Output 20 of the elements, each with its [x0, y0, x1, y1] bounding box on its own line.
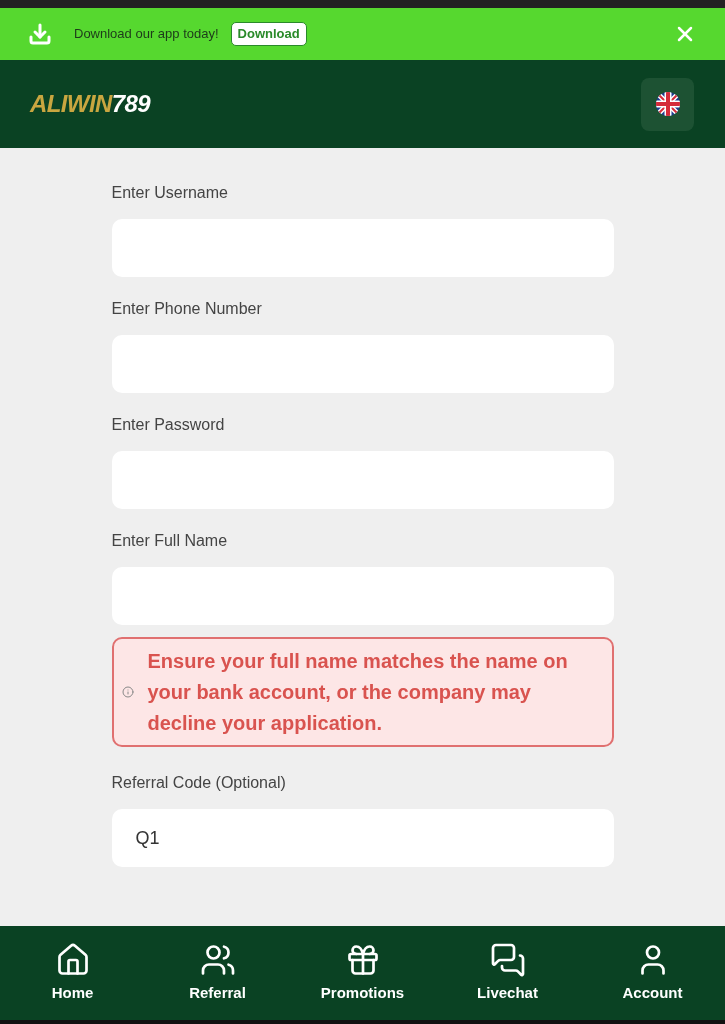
nav-item[interactable]: Referral: [145, 941, 290, 1005]
field-label: Referral Code (Optional): [111, 773, 287, 793]
field-label: Enter Full Name: [111, 531, 229, 551]
download-button[interactable]: Download: [230, 22, 307, 46]
logo: ALIWIN789: [30, 89, 150, 119]
nav-item[interactable]: Home: [0, 941, 145, 1005]
field-label: Enter Phone Number: [111, 299, 263, 319]
nav-item[interactable]: Livechat: [435, 941, 580, 1005]
language-button[interactable]: [641, 77, 694, 131]
nav-item[interactable]: Account: [580, 941, 725, 1005]
nav-item[interactable]: Promotions: [290, 941, 435, 1005]
input-field[interactable]: Q1: [111, 809, 614, 867]
warning-text: Ensure your full name matches the name on your bank account, or the company may decline your application.: [147, 648, 569, 736]
chat-icon: [489, 941, 526, 978]
download-icon: [28, 22, 52, 46]
banner-message: Download our app today!: [74, 25, 219, 44]
field-label: Enter Username: [111, 183, 229, 203]
uk-flag-icon: [654, 91, 681, 117]
field-label: Enter Password: [111, 415, 226, 435]
info-icon: [121, 686, 134, 698]
